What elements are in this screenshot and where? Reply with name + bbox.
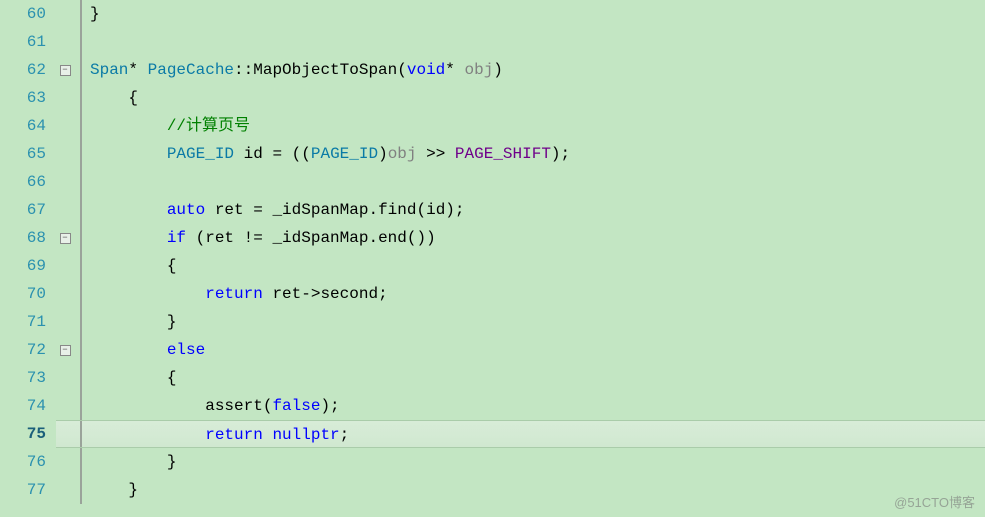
change-marker (74, 364, 88, 392)
fold-gutter (56, 392, 74, 420)
fold-gutter (56, 0, 74, 28)
fold-gutter (56, 420, 74, 448)
change-marker (74, 168, 88, 196)
change-marker (74, 420, 88, 448)
code-text[interactable]: } (88, 308, 985, 336)
code-line[interactable]: 77 } (0, 476, 985, 504)
code-line[interactable]: 62− Span* PageCache::MapObjectToSpan(void… (0, 56, 985, 84)
change-marker (74, 56, 88, 84)
change-marker (74, 308, 88, 336)
change-marker (74, 140, 88, 168)
code-line[interactable]: 65 PAGE_ID id = ((PAGE_ID)obj >> PAGE_SH… (0, 140, 985, 168)
code-line[interactable]: 64 //计算页号 (0, 112, 985, 140)
change-marker (74, 448, 88, 476)
line-number[interactable]: 77 (0, 476, 56, 504)
code-line[interactable]: 70 return ret->second; (0, 280, 985, 308)
line-number[interactable]: 61 (0, 28, 56, 56)
fold-gutter (56, 448, 74, 476)
code-text[interactable]: PAGE_ID id = ((PAGE_ID)obj >> PAGE_SHIFT… (88, 140, 985, 168)
fold-gutter (56, 140, 74, 168)
code-line[interactable]: 76 } (0, 448, 985, 476)
line-number[interactable]: 69 (0, 252, 56, 280)
code-line[interactable]: 67 auto ret = _idSpanMap.find(id); (0, 196, 985, 224)
change-marker (74, 476, 88, 504)
line-number[interactable]: 68 (0, 224, 56, 252)
fold-gutter (56, 196, 74, 224)
line-number[interactable]: 74 (0, 392, 56, 420)
line-number[interactable]: 76 (0, 448, 56, 476)
code-text[interactable]: else (88, 336, 985, 364)
fold-gutter (56, 168, 74, 196)
code-line[interactable]: 74 assert(false); (0, 392, 985, 420)
code-line[interactable]: 60} (0, 0, 985, 28)
code-text[interactable]: assert(false); (88, 392, 985, 420)
code-text[interactable] (88, 168, 985, 196)
fold-gutter (56, 364, 74, 392)
code-text[interactable]: } (88, 0, 985, 28)
fold-toggle-icon[interactable]: − (60, 65, 71, 76)
code-text[interactable]: } (88, 448, 985, 476)
fold-toggle-icon[interactable]: − (60, 345, 71, 356)
code-editor[interactable]: 60}6162−Span* PageCache::MapObjectToSpan… (0, 0, 985, 517)
line-number[interactable]: 73 (0, 364, 56, 392)
code-line[interactable]: 66 (0, 168, 985, 196)
fold-gutter[interactable]: − (56, 336, 74, 364)
change-marker (74, 336, 88, 364)
code-text[interactable]: Span* PageCache::MapObjectToSpan(void* o… (88, 56, 985, 84)
code-text[interactable]: { (88, 252, 985, 280)
fold-gutter[interactable]: − (56, 224, 74, 252)
line-number[interactable]: 71 (0, 308, 56, 336)
code-line[interactable]: 69 { (0, 252, 985, 280)
code-text[interactable] (88, 28, 985, 56)
change-marker (74, 392, 88, 420)
line-number[interactable]: 66 (0, 168, 56, 196)
code-text[interactable]: if (ret != _idSpanMap.end()) (88, 224, 985, 252)
code-line[interactable]: 61 (0, 28, 985, 56)
fold-gutter (56, 84, 74, 112)
fold-gutter (56, 112, 74, 140)
change-marker (74, 112, 88, 140)
line-number[interactable]: 75 (0, 420, 56, 448)
change-marker (74, 28, 88, 56)
change-marker (74, 84, 88, 112)
line-number[interactable]: 65 (0, 140, 56, 168)
change-marker (74, 280, 88, 308)
code-text[interactable]: } (88, 476, 985, 504)
change-marker (74, 252, 88, 280)
change-marker (74, 224, 88, 252)
watermark: @51CTO博客 (894, 492, 975, 511)
change-marker (74, 0, 88, 28)
line-number[interactable]: 62 (0, 56, 56, 84)
code-line[interactable]: 71 } (0, 308, 985, 336)
code-text[interactable]: { (88, 84, 985, 112)
code-text[interactable]: auto ret = _idSpanMap.find(id); (88, 196, 985, 224)
code-line[interactable]: 63 { (0, 84, 985, 112)
code-text[interactable]: return nullptr; (88, 420, 985, 448)
code-line[interactable]: 73 { (0, 364, 985, 392)
code-line[interactable]: 75 return nullptr; (0, 420, 985, 448)
code-text[interactable]: { (88, 364, 985, 392)
fold-gutter (56, 280, 74, 308)
fold-gutter[interactable]: − (56, 56, 74, 84)
line-number[interactable]: 67 (0, 196, 56, 224)
line-number[interactable]: 72 (0, 336, 56, 364)
code-text[interactable]: return ret->second; (88, 280, 985, 308)
fold-gutter (56, 28, 74, 56)
fold-gutter (56, 252, 74, 280)
change-marker (74, 196, 88, 224)
code-line[interactable]: 72− else (0, 336, 985, 364)
fold-gutter (56, 308, 74, 336)
line-number[interactable]: 63 (0, 84, 56, 112)
fold-toggle-icon[interactable]: − (60, 233, 71, 244)
code-text[interactable]: //计算页号 (88, 112, 985, 140)
fold-gutter (56, 476, 74, 504)
line-number[interactable]: 60 (0, 0, 56, 28)
line-number[interactable]: 64 (0, 112, 56, 140)
code-line[interactable]: 68− if (ret != _idSpanMap.end()) (0, 224, 985, 252)
line-number[interactable]: 70 (0, 280, 56, 308)
